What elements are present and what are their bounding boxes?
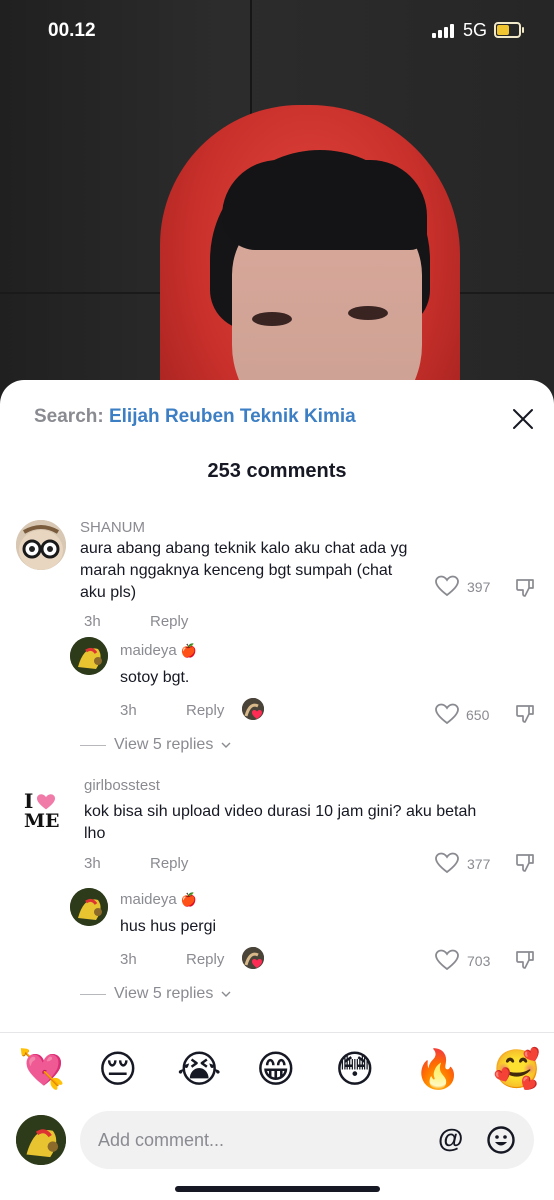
creator-liked-avatar [242, 698, 264, 720]
close-icon[interactable] [508, 404, 538, 434]
status-time: 00.12 [48, 20, 96, 41]
creator-liked-heart-icon [242, 947, 264, 969]
dislike-icon[interactable] [514, 703, 536, 725]
apple-badge-icon: 🍎 [180, 644, 198, 659]
network-label: 5G [463, 20, 488, 40]
view-replies-button[interactable]: View 5 replies [80, 736, 231, 754]
dislike-icon[interactable] [514, 852, 536, 874]
chevron-down-icon [221, 991, 231, 997]
video-background[interactable] [0, 0, 554, 400]
right-eye [348, 306, 388, 320]
dislike-icon[interactable] [514, 577, 536, 599]
view-replies-line [80, 744, 106, 746]
emoji-smiling-hearts[interactable]: 🥰 [493, 1044, 540, 1094]
reply-button[interactable]: Reply [186, 702, 224, 719]
comment-input-box[interactable]: @ [80, 1111, 534, 1169]
comment-text-line: marah nggaknya kenceng bgt sumpah (chat [80, 562, 393, 579]
avatar[interactable] [70, 888, 108, 926]
reply-time: 3h [120, 702, 137, 719]
view-replies-label: View 5 replies [114, 736, 214, 753]
like-count: 650 [466, 707, 490, 723]
my-avatar[interactable] [16, 1115, 66, 1165]
reply-button[interactable]: Reply [186, 951, 224, 968]
like-count: 703 [467, 953, 491, 969]
reply-text: sotoy bgt. [120, 669, 190, 686]
comment-text-line: aura abang abang teknik kalo aku chat ad… [80, 540, 408, 557]
apple-badge-icon: 🍎 [180, 893, 198, 908]
view-replies-button[interactable]: View 5 replies [80, 985, 231, 1003]
avatar-image [70, 888, 108, 926]
comment-time: 3h [84, 613, 101, 630]
search-query-link[interactable]: Elijah Reuben Teknik Kimia [109, 406, 356, 427]
emoji-picker-icon[interactable] [486, 1125, 516, 1155]
home-indicator[interactable] [175, 1186, 380, 1192]
reply-button[interactable]: Reply [150, 855, 188, 872]
reply-time: 3h [120, 951, 137, 968]
creator-liked-avatar [242, 947, 264, 969]
chevron-down-icon [221, 742, 231, 748]
reply-button[interactable]: Reply [150, 613, 188, 630]
pink-heart-icon [37, 794, 55, 810]
reply-text: hus hus pergi [120, 918, 217, 935]
avatar[interactable] [70, 637, 108, 675]
emoji-flushed[interactable]: 😳 [335, 1044, 375, 1094]
emoji-fire[interactable]: 🔥 [414, 1044, 461, 1094]
emoji-crying[interactable]: 😭 [177, 1044, 221, 1094]
like-heart-icon[interactable] [435, 949, 459, 971]
avatar-image [16, 1115, 66, 1165]
reply-username-text: maideya [120, 642, 177, 659]
comment-username[interactable]: SHANUM [80, 519, 145, 536]
emoji-pensive[interactable]: 😔 [98, 1044, 138, 1094]
avatar-glasses-icon [16, 520, 66, 570]
comment-username[interactable]: girlbosstest [84, 777, 160, 794]
like-heart-icon[interactable] [435, 852, 459, 874]
comments-sheet: Search: Elijah Reuben Teknik Kimia 253 c… [0, 380, 554, 1200]
avatar-image [70, 637, 108, 675]
mention-button[interactable]: @ [438, 1123, 463, 1154]
left-eye [252, 312, 292, 326]
divider [0, 1032, 554, 1033]
signal-icon [432, 24, 454, 38]
avatar-text-i: I [24, 789, 34, 813]
search-suggestion[interactable]: Search: Elijah Reuben Teknik Kimia [34, 406, 356, 428]
fringe [222, 160, 427, 250]
comment-text: aura abang abang teknik kalo aku chat ad… [80, 538, 425, 604]
like-count: 377 [467, 856, 491, 872]
emoji-grin[interactable]: 😁 [256, 1044, 296, 1094]
view-replies-line [80, 993, 106, 995]
creator-liked-heart-icon [242, 698, 264, 720]
like-heart-icon[interactable] [435, 575, 459, 597]
avatar-text-me: ME [24, 810, 60, 832]
avatar[interactable]: I ME [16, 785, 66, 835]
dislike-icon[interactable] [514, 949, 536, 971]
like-count: 397 [467, 579, 491, 595]
avatar[interactable] [16, 520, 66, 570]
battery-icon [494, 22, 524, 38]
comment-time: 3h [84, 855, 101, 872]
comment-text-line: kok bisa sih upload video durasi 10 jam … [84, 803, 477, 820]
comment-text-line: lho [84, 825, 106, 842]
like-heart-icon[interactable] [435, 703, 459, 725]
reply-username[interactable]: maideya 🍎 [120, 891, 197, 908]
comments-count: 253 comments [207, 460, 347, 482]
emoji-heart-arrow[interactable]: 💘 [18, 1044, 65, 1094]
comment-input[interactable] [98, 1111, 428, 1169]
comment-text: kok bisa sih upload video durasi 10 jam … [84, 801, 494, 845]
comment-text-line: aku pls) [80, 584, 137, 601]
search-label: Search: [34, 406, 104, 427]
view-replies-label: View 5 replies [114, 985, 214, 1002]
reply-username[interactable]: maideya 🍎 [120, 642, 197, 659]
reply-username-text: maideya [120, 891, 177, 908]
